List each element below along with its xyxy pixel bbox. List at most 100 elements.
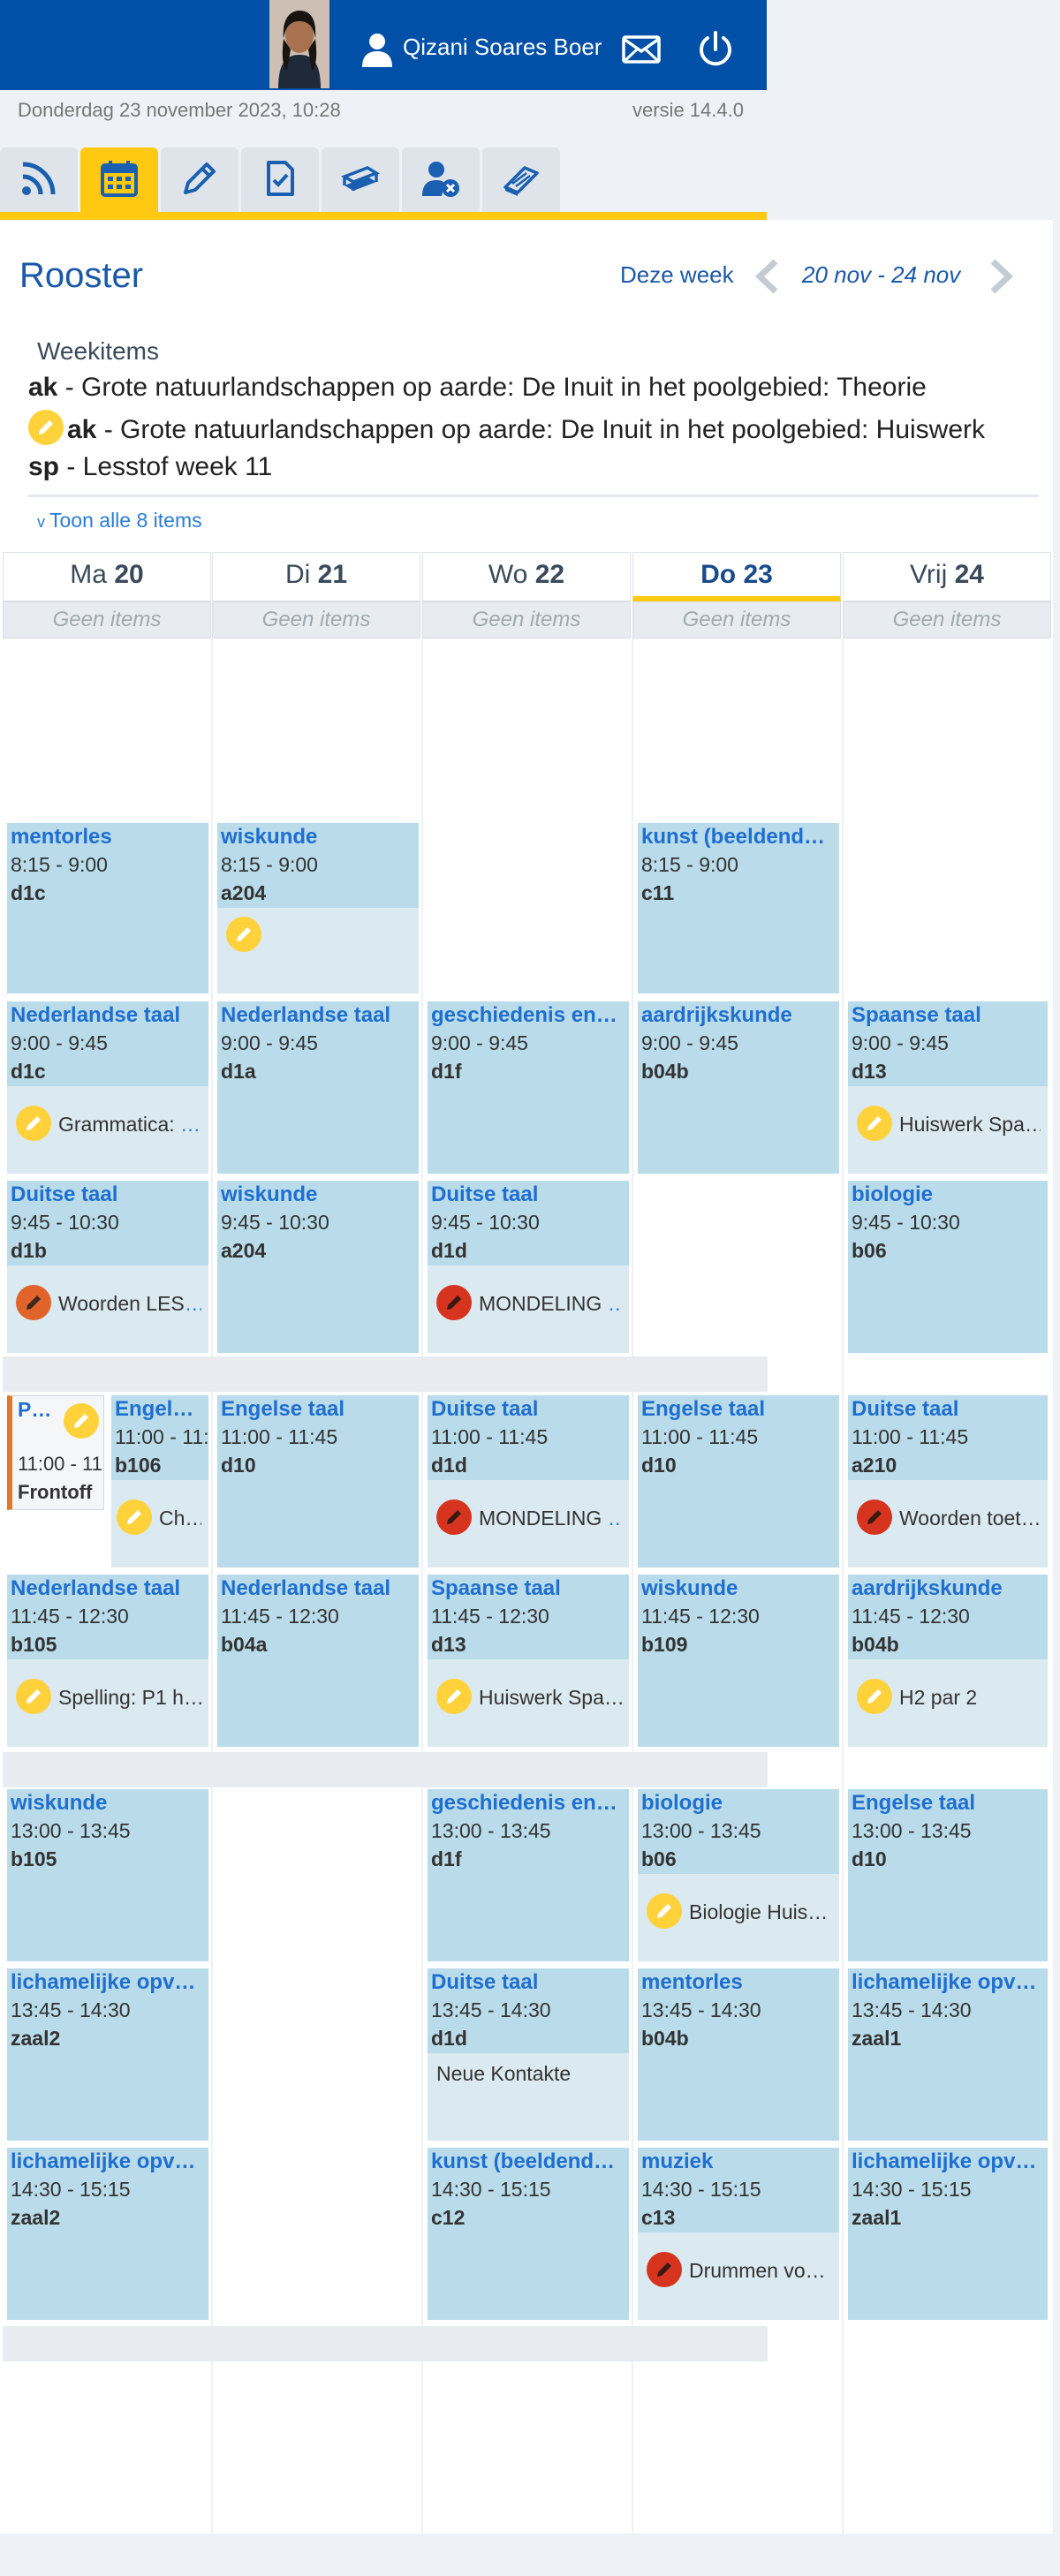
lesson-subject: Nederlandse taal — [221, 1003, 391, 1027]
chevron-left-icon[interactable] — [753, 258, 783, 298]
lesson-card[interactable]: Engels… 11:00 - 11: b106 Ch… — [111, 1395, 208, 1568]
lesson-card[interactable]: Nederlandse taal 11:45 - 12:30 b105 Spel… — [7, 1575, 208, 1747]
lesson-card[interactable]: Duitse taal 11:00 - 11:45 a210 Woorden t… — [848, 1395, 1048, 1568]
lesson-room: zaal1 — [852, 2027, 902, 2050]
lesson-card[interactable]: Engelse taal 11:00 - 11:45 d10 — [638, 1395, 839, 1568]
homework-strip[interactable]: MONDELING … — [428, 1480, 629, 1568]
tab-absences[interactable] — [402, 147, 480, 213]
pen-test-icon — [16, 1285, 51, 1320]
checklist-icon — [261, 159, 299, 201]
lesson-subject: lichamelijke opv… — [852, 2149, 1037, 2173]
weekitem[interactable]: sp - Lesstof week 11 — [28, 452, 272, 482]
test-icon — [647, 2252, 682, 2287]
lesson-note[interactable]: Neue Kontakte — [428, 2053, 629, 2141]
day-header[interactable]: Wo 22 — [422, 552, 631, 601]
homework-strip[interactable]: Biologie Huis… — [638, 1874, 839, 1961]
homework-strip[interactable]: Huiswerk Spa… — [428, 1659, 629, 1747]
tab-grades[interactable] — [241, 147, 319, 213]
lesson-time: 13:00 - 13:45 — [852, 1819, 972, 1842]
lesson-card[interactable]: Engelse taal 11:00 - 11:45 d10 — [217, 1395, 419, 1568]
mail-icon[interactable] — [622, 35, 661, 67]
tab-study-guides[interactable] — [322, 147, 399, 213]
lesson-card[interactable]: Duitse taal 11:00 - 11:45 d1d MONDELING … — [428, 1395, 629, 1568]
day-header[interactable]: Di 21 — [212, 552, 420, 601]
lesson-card[interactable]: wiskunde 9:45 - 10:30 a204 — [217, 1181, 419, 1353]
weekitem[interactable]: ak - Grote natuurlandschappen op aarde: … — [28, 373, 927, 403]
homework-strip[interactable]: Ch… — [111, 1480, 208, 1568]
day-header[interactable]: Vrij 24 — [843, 552, 1051, 601]
homework-text: Woorden toet… — [899, 1507, 1041, 1530]
lesson-card[interactable]: Nederlandse taal 9:00 - 9:45 d1c Grammat… — [7, 1001, 208, 1174]
lesson-subject: biologie — [641, 1791, 723, 1815]
lesson-card[interactable]: lichamelijke opv… 13:45 - 14:30 zaal2 — [7, 1968, 208, 2141]
lesson-card[interactable]: Duitse taal 9:45 - 10:30 d1d MONDELING … — [428, 1181, 629, 1353]
chevron-right-icon[interactable] — [986, 258, 1016, 298]
lesson-card[interactable]: mentorles 13:45 - 14:30 b04b — [638, 1968, 839, 2141]
user-icon[interactable] — [360, 32, 394, 71]
homework-strip[interactable]: MONDELING … — [428, 1265, 629, 1353]
lesson-subject: Nederlandse taal — [11, 1576, 181, 1600]
avatar[interactable] — [269, 0, 329, 88]
homework-strip[interactable]: Woorden toet… — [848, 1480, 1048, 1568]
lesson-card[interactable]: biologie 9:45 - 10:30 b06 — [848, 1181, 1048, 1353]
lesson-card[interactable]: wiskunde 8:15 - 9:00 a204 — [217, 823, 419, 993]
lesson-card[interactable]: wiskunde 11:45 - 12:30 b109 — [638, 1575, 839, 1747]
lesson-time: 11:00 - 11:45 — [221, 1425, 338, 1448]
lesson-card[interactable]: aardrijkskunde 9:00 - 9:45 b04b — [638, 1001, 839, 1174]
lesson-card[interactable]: Engelse taal 13:00 - 13:45 d10 — [848, 1789, 1048, 1961]
lesson-card[interactable]: Nederlandse taal 11:45 - 12:30 b04a — [217, 1575, 419, 1747]
lesson-room: d1d — [431, 1454, 467, 1477]
lesson-card[interactable]: lichamelijke opv… 14:30 - 15:15 zaal2 — [7, 2148, 208, 2320]
lesson-room: d1c — [11, 1060, 46, 1083]
lesson-room: c11 — [641, 881, 675, 904]
homework-strip[interactable]: H2 par 2 — [848, 1659, 1048, 1747]
homework-strip[interactable] — [217, 908, 419, 993]
power-icon[interactable] — [696, 30, 735, 72]
lesson-card[interactable]: Spaanse taal 11:45 - 12:30 d13 Huiswerk … — [428, 1575, 629, 1747]
lesson-card[interactable]: mentorles 8:15 - 9:00 d1c — [7, 823, 208, 993]
homework-strip[interactable]: Grammatica: … — [7, 1086, 208, 1174]
lesson-card[interactable]: muziek 14:30 - 15:15 c13 Drummen vo… — [638, 2148, 839, 2320]
homework-strip[interactable]: Huiswerk Spa… — [848, 1086, 1048, 1174]
lesson-card[interactable]: Spaanse taal 9:00 - 9:45 d13 Huiswerk Sp… — [848, 1001, 1048, 1174]
lesson-card[interactable]: Duitse taal 9:45 - 10:30 d1b Woorden LES… — [7, 1181, 208, 1353]
lesson-card[interactable]: kunst (beeldend… 14:30 - 15:15 c12 — [428, 2148, 629, 2320]
tab-learning-materials[interactable] — [482, 147, 560, 213]
lesson-room: a204 — [221, 1239, 267, 1262]
day-no-items: Geen items — [212, 601, 420, 638]
day-header-today[interactable]: Do 23 — [632, 552, 841, 601]
user-name[interactable]: Qizani Soares Boer — [403, 34, 602, 61]
lesson-card[interactable]: Nederlandse taal 9:00 - 9:45 d1a — [217, 1001, 419, 1174]
tab-feed[interactable] — [0, 147, 78, 213]
lesson-card[interactable]: geschiedenis en… 13:00 - 13:45 d1f — [428, 1789, 629, 1961]
homework-strip[interactable]: Woorden LES… — [7, 1265, 208, 1353]
appointment-card[interactable]: P… 11:00 - 11 Frontoff — [7, 1395, 104, 1510]
lesson-card[interactable]: kunst (beeldend… 8:15 - 9:00 c11 — [638, 823, 839, 993]
homework-strip[interactable]: Drummen vo… — [638, 2232, 839, 2320]
lesson-room: zaal1 — [852, 2206, 902, 2229]
tab-rooster[interactable] — [80, 147, 158, 213]
tab-homework[interactable] — [161, 147, 238, 213]
lesson-card[interactable]: biologie 13:00 - 13:45 b06 Biologie Huis… — [638, 1789, 839, 1961]
weekitem[interactable]: ak - Grote natuurlandschappen op aarde: … — [28, 410, 985, 452]
lesson-room: b106 — [115, 1454, 162, 1477]
lesson-room: d10 — [852, 1847, 887, 1870]
lesson-card[interactable]: geschiedenis en… 9:00 - 9:45 d1f — [428, 1001, 629, 1174]
lesson-subject: kunst (beeldend… — [431, 2149, 616, 2173]
page-title: Rooster — [19, 256, 144, 295]
lesson-card[interactable]: wiskunde 13:00 - 13:45 b105 — [7, 1789, 208, 1961]
lesson-card[interactable]: lichamelijke opv… 13:45 - 14:30 zaal1 — [848, 1968, 1048, 2141]
this-week-button[interactable]: Deze week — [620, 261, 734, 289]
lesson-time: 13:45 - 14:30 — [11, 1998, 131, 2021]
show-all-link[interactable]: v Toon alle 8 items — [37, 509, 202, 533]
lesson-subject: P… — [18, 1398, 52, 1421]
lesson-card[interactable]: Duitse taal 13:45 - 14:30 d1d Neue Konta… — [428, 1968, 629, 2141]
lesson-card[interactable]: aardrijkskunde 11:45 - 12:30 b04b H2 par… — [848, 1575, 1048, 1747]
lesson-card[interactable]: lichamelijke opv… 14:30 - 15:15 zaal1 — [848, 2148, 1048, 2320]
day-header[interactable]: Ma 20 — [3, 552, 211, 601]
pencil-icon — [16, 1679, 51, 1714]
lesson-room: d1f — [431, 1847, 462, 1870]
homework-strip[interactable]: Spelling: P1 h… — [7, 1659, 208, 1747]
top-bar: Qizani Soares Boer — [0, 0, 767, 90]
lesson-room: d13 — [431, 1633, 466, 1656]
